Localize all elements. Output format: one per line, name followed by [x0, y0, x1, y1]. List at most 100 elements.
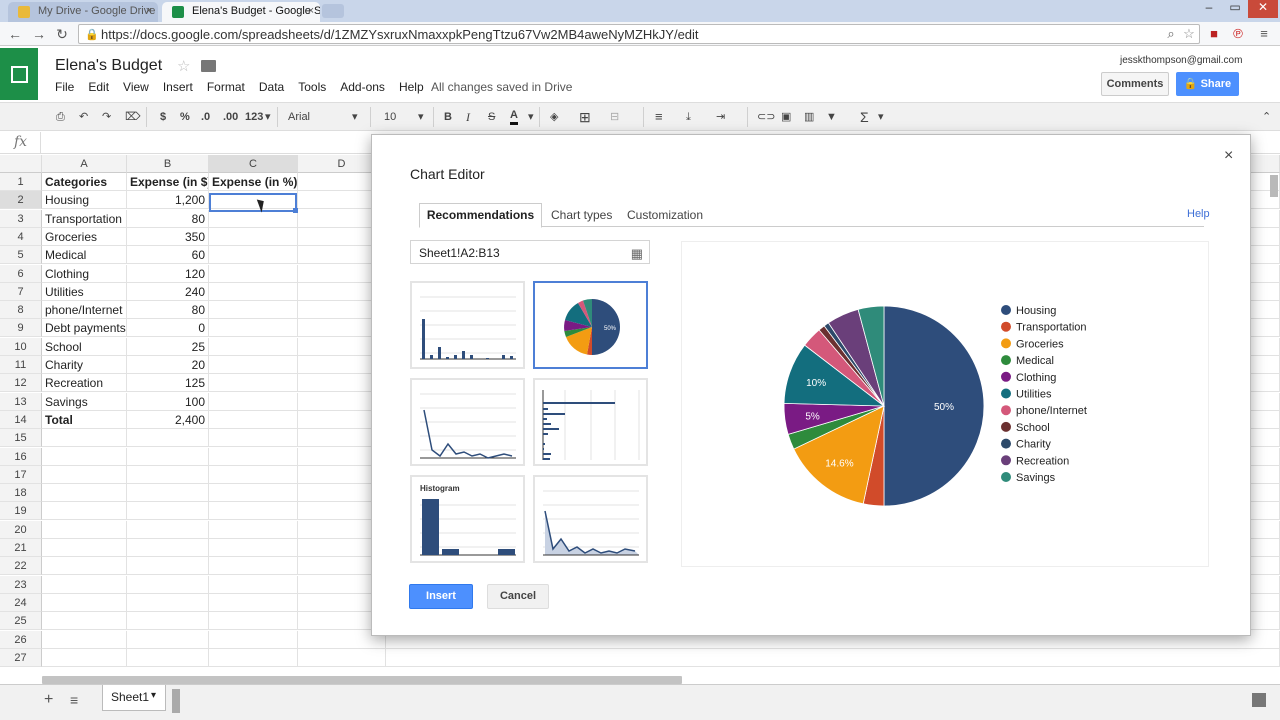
new-tab-button[interactable] [322, 4, 344, 18]
cell[interactable] [127, 575, 209, 594]
cell[interactable] [209, 319, 298, 338]
sheet-tab[interactable]: Sheet1 ▾ [102, 685, 166, 711]
chevron-down-icon[interactable]: ▾ [528, 109, 534, 125]
data-cell[interactable]: Housing [42, 191, 127, 210]
select-all-corner[interactable] [0, 155, 42, 173]
close-tab-icon[interactable]: × [146, 5, 152, 17]
cell[interactable] [127, 539, 209, 557]
sheet-bar-scroll[interactable] [172, 689, 180, 713]
cancel-button[interactable]: Cancel [487, 584, 549, 609]
maximize-icon[interactable]: ▭ [1222, 0, 1248, 18]
data-cell[interactable]: 80 [127, 209, 209, 228]
menu-help[interactable]: Help [399, 80, 424, 94]
data-cell[interactable]: Groceries [42, 227, 127, 246]
insert-chart-icon[interactable]: ▥ [804, 109, 814, 125]
cell[interactable] [127, 520, 209, 539]
help-link[interactable]: Help [1187, 208, 1210, 220]
cell[interactable] [209, 264, 298, 283]
undo-icon[interactable]: ↶ [79, 109, 88, 125]
row-header[interactable]: 6 [0, 264, 42, 283]
menu-view[interactable]: View [123, 80, 149, 94]
explore-icon[interactable] [1252, 693, 1266, 707]
data-cell[interactable]: Debt payments [42, 319, 127, 338]
search-icon[interactable]: ⌕ [1162, 25, 1180, 43]
cell[interactable] [42, 502, 127, 521]
window-close-icon[interactable]: ✕ [1248, 0, 1278, 18]
close-icon[interactable]: × [1224, 147, 1233, 165]
cell[interactable] [42, 429, 127, 448]
redo-icon[interactable]: ↷ [102, 109, 111, 125]
cell[interactable] [127, 612, 209, 631]
strikethrough-button[interactable]: S [488, 109, 495, 125]
text-color-button[interactable]: A [510, 109, 518, 125]
data-cell[interactable]: 80 [127, 301, 209, 320]
row-header[interactable]: 16 [0, 447, 42, 466]
text-wrap-icon[interactable]: ⇥ [716, 109, 725, 125]
cell[interactable] [209, 593, 298, 612]
bookmark-star-icon[interactable]: ☆ [1180, 25, 1198, 43]
data-cell[interactable]: Charity [42, 356, 127, 374]
thumb-pie-chart[interactable]: 50% [533, 281, 648, 369]
currency-format-button[interactable]: $ [160, 109, 166, 125]
cell[interactable] [209, 502, 298, 521]
url-field[interactable]: 🔒 https://docs.google.com/spreadsheets/d… [78, 24, 1200, 44]
cell[interactable] [127, 429, 209, 448]
total-value-cell[interactable]: 2,400 [127, 410, 209, 429]
borders-icon[interactable]: ⊞ [579, 109, 591, 125]
cell[interactable] [209, 356, 298, 374]
cell[interactable] [209, 337, 298, 356]
menu-insert[interactable]: Insert [163, 80, 193, 94]
italic-button[interactable]: I [466, 109, 470, 125]
row-header[interactable]: 12 [0, 374, 42, 393]
row-header[interactable]: 3 [0, 209, 42, 228]
cell[interactable] [209, 648, 298, 667]
cell[interactable] [42, 520, 127, 539]
row-header[interactable]: 21 [0, 539, 42, 557]
align-left-icon[interactable]: ≡ [655, 109, 663, 125]
cell[interactable] [42, 612, 127, 631]
collapse-toolbar-icon[interactable]: ⌃ [1262, 109, 1271, 125]
thumb-line-chart[interactable] [410, 378, 525, 466]
row-header[interactable]: 23 [0, 575, 42, 594]
row-header[interactable]: 25 [0, 612, 42, 631]
menu-file[interactable]: File [55, 80, 74, 94]
cell[interactable] [209, 209, 298, 228]
row-header[interactable]: 7 [0, 282, 42, 301]
vertical-scrollbar[interactable] [1270, 175, 1278, 197]
cell[interactable] [127, 502, 209, 521]
data-cell[interactable]: 240 [127, 282, 209, 301]
extension-icon[interactable]: ■ [1205, 25, 1223, 43]
insert-button[interactable]: Insert [409, 584, 473, 609]
data-cell[interactable]: 125 [127, 374, 209, 393]
functions-button[interactable]: Σ [860, 109, 869, 125]
row-header[interactable]: 24 [0, 593, 42, 612]
cell[interactable] [209, 612, 298, 631]
data-cell[interactable]: 25 [127, 337, 209, 356]
cell[interactable] [209, 374, 298, 393]
data-cell[interactable]: 0 [127, 319, 209, 338]
cell[interactable] [209, 227, 298, 246]
cell[interactable] [209, 282, 298, 301]
all-sheets-icon[interactable]: ≡ [70, 692, 78, 708]
tab-customization[interactable]: Customization [627, 208, 703, 222]
data-cell[interactable]: 60 [127, 246, 209, 265]
cell[interactable] [209, 301, 298, 320]
cell[interactable] [127, 630, 209, 649]
header-cell[interactable]: Categories [42, 173, 127, 191]
cell[interactable] [209, 520, 298, 539]
row-header[interactable]: 13 [0, 392, 42, 411]
cell[interactable] [127, 648, 209, 667]
row-header[interactable]: 4 [0, 227, 42, 246]
cell[interactable] [298, 648, 386, 667]
bold-button[interactable]: B [444, 109, 452, 125]
thumb-histogram[interactable]: Histogram [410, 475, 525, 563]
reload-icon[interactable]: ↻ [53, 25, 71, 43]
row-header[interactable]: 15 [0, 429, 42, 448]
cell[interactable] [209, 246, 298, 265]
cell[interactable] [209, 191, 298, 210]
column-header[interactable]: B [127, 155, 209, 173]
cell[interactable] [42, 539, 127, 557]
decrease-decimal-button[interactable]: .0 [201, 109, 210, 125]
row-header[interactable]: 19 [0, 502, 42, 521]
browser-tab-drive[interactable]: My Drive - Google Drive × [8, 2, 158, 22]
